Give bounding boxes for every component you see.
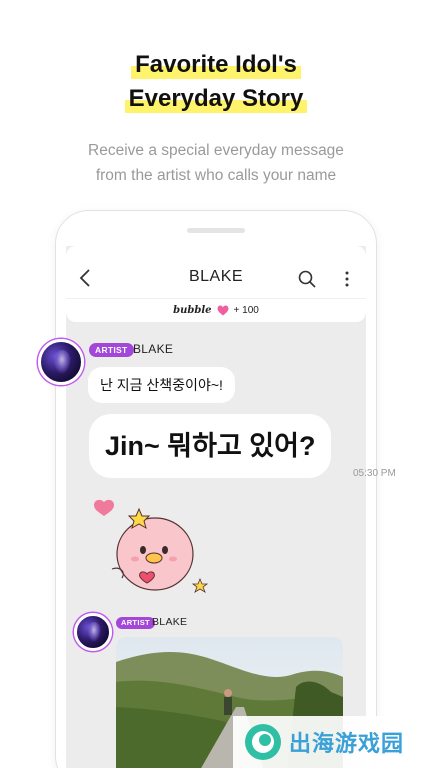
message-bubble-large[interactable]: Jin~ 뭐하고 있어? xyxy=(89,414,332,478)
sender-name: BLAKE xyxy=(152,616,188,628)
search-icon[interactable] xyxy=(298,270,316,288)
artist-avatar[interactable] xyxy=(38,339,84,385)
phone-speaker xyxy=(187,228,245,233)
chat-title: BLAKE xyxy=(188,268,244,285)
artist-avatar[interactable] xyxy=(74,613,112,651)
artist-badge: ARTIST xyxy=(89,343,134,357)
watermark-text: 出海游戏园 xyxy=(289,732,405,757)
headline-line-2: Everyday Story xyxy=(124,82,308,116)
sender-name: BLAKE xyxy=(133,342,174,356)
promo-subtitle: Receive a special everyday message from … xyxy=(0,138,432,188)
more-vertical-icon[interactable] xyxy=(344,270,350,288)
watermark-logo-icon xyxy=(245,724,281,760)
headline-line-1: Favorite Idol's xyxy=(131,48,301,82)
bubble-status-bar: bubble + 100 xyxy=(66,298,366,322)
heart-icon xyxy=(217,305,229,316)
subtitle-line-1: Receive a special everyday message xyxy=(88,142,344,159)
chat-header: BLAKE xyxy=(66,246,366,298)
pink-character-sticker[interactable] xyxy=(92,494,217,599)
message-timestamp: 05:30 PM xyxy=(353,468,396,479)
message-bubble[interactable]: 난 지금 산책중이야~! xyxy=(88,367,235,403)
artist-badge: ARTIST xyxy=(116,617,155,629)
bubble-label: bubble xyxy=(173,305,212,316)
bubble-count: + 100 xyxy=(233,305,259,316)
watermark: 出海游戏园 xyxy=(233,716,432,768)
subtitle-line-2: from the artist who calls your name xyxy=(95,167,337,184)
promo-headline: Favorite Idol's Everyday Story xyxy=(0,48,432,116)
